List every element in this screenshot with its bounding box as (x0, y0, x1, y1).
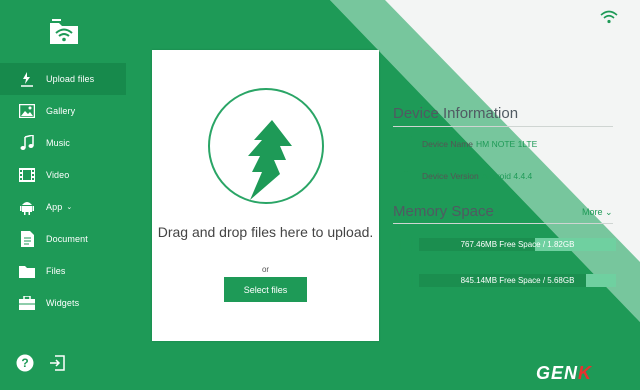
sidebar-item-label: Gallery (46, 106, 76, 116)
memory-row-internal: 767.46MB Free Space / 1.82GB (399, 237, 616, 251)
lightning-upload-icon (248, 120, 292, 200)
chevron-down-icon: ⌄ (66, 204, 73, 211)
sidebar-item-label: Widgets (46, 298, 80, 308)
memory-bar-sdcard: 845.14MB Free Space / 5.68GB (419, 273, 616, 287)
phone-icon (398, 136, 414, 152)
sidebar-item-files[interactable]: Files (0, 255, 126, 287)
more-link[interactable]: More ⌄ (582, 207, 613, 218)
logout-icon[interactable] (48, 354, 66, 372)
sidebar-item-widgets[interactable]: Widgets (0, 287, 126, 319)
wifi-folder-logo-icon (50, 19, 78, 44)
memory-bar-text: 845.14MB Free Space / 5.68GB (460, 275, 575, 285)
device-information-title: Device Information (393, 105, 519, 122)
sidebar-item-label: App (46, 202, 63, 212)
sidebar-item-video[interactable]: Video (0, 159, 126, 191)
music-icon (18, 134, 36, 152)
svg-text:?: ? (21, 356, 28, 370)
phone-storage-icon (399, 237, 413, 251)
sd-card-icon (399, 273, 413, 287)
sidebar-item-document[interactable]: Document (0, 223, 126, 255)
drop-instruction: Drag and drop files here to upload. (157, 224, 374, 240)
video-icon (18, 166, 36, 184)
widgets-icon (18, 294, 36, 312)
sidebar-item-label: Music (46, 138, 71, 148)
select-files-button[interactable]: Select files (224, 277, 307, 302)
genk-watermark: GENK (536, 363, 593, 383)
upload-icon (18, 70, 36, 88)
device-version-row: Device Version Android 4.4.4 (398, 168, 532, 184)
sidebar-item-gallery[interactable]: Gallery (0, 95, 126, 127)
sidebar-item-label: Video (46, 170, 70, 180)
divider (393, 126, 613, 127)
wifi-icon (600, 10, 618, 24)
sidebar-item-upload-files[interactable]: Upload files (0, 63, 126, 95)
folder-icon (18, 262, 36, 280)
device-name-value: HM NOTE 1LTE (476, 139, 538, 149)
sidebar: Upload files Gallery Music Video App ⌄ D… (0, 0, 126, 390)
or-separator: or (261, 265, 270, 274)
gallery-icon (18, 102, 36, 120)
memory-bar-internal: 767.46MB Free Space / 1.82GB (419, 237, 616, 251)
sidebar-item-label: Document (46, 234, 88, 244)
divider (393, 223, 613, 224)
device-name-label: Device Name (422, 139, 474, 149)
android-icon (18, 198, 36, 216)
memory-bar-text: 767.46MB Free Space / 1.82GB (460, 239, 575, 249)
sidebar-item-music[interactable]: Music (0, 127, 126, 159)
sidebar-nav: Upload files Gallery Music Video App ⌄ D… (0, 63, 126, 319)
sidebar-item-label: Files (46, 266, 66, 276)
sidebar-item-app[interactable]: App ⌄ (0, 191, 126, 223)
help-icon[interactable]: ? (16, 354, 34, 372)
upload-dropzone[interactable]: Drag and drop files here to upload. or S… (152, 50, 379, 341)
device-name-row: Device Name HM NOTE 1LTE (398, 136, 537, 152)
sidebar-footer: ? (16, 354, 66, 372)
device-version-label: Device Version (422, 171, 479, 181)
memory-row-sdcard: 845.14MB Free Space / 5.68GB (399, 273, 616, 287)
device-version-value: Android 4.4.4 (481, 171, 533, 181)
sidebar-item-label: Upload files (46, 74, 95, 84)
memory-space-title: Memory Space (393, 203, 494, 220)
android-icon (398, 168, 414, 184)
document-icon (18, 230, 36, 248)
